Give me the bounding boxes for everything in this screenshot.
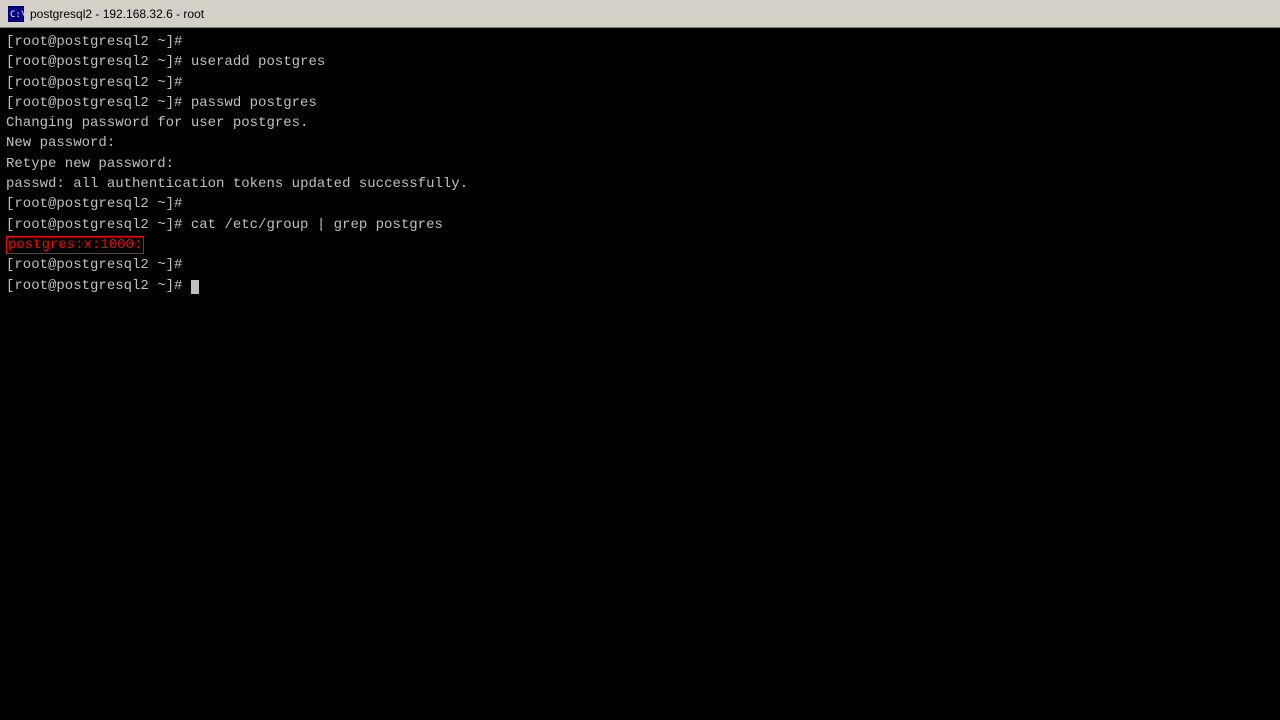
terminal-line-4: [root@postgresql2 ~]# passwd postgres [6, 93, 1274, 113]
terminal-line-11: postgres:x:1000: [6, 235, 1274, 255]
terminal[interactable]: [root@postgresql2 ~]# [root@postgresql2 … [0, 28, 1280, 720]
authentication-word: authentication [107, 176, 225, 192]
title-bar-label: postgresql2 - 192.168.32.6 - root [30, 7, 204, 21]
terminal-line-9: [root@postgresql2 ~]# [6, 194, 1274, 214]
terminal-line-6: New password: [6, 133, 1274, 153]
terminal-line-12: [root@postgresql2 ~]# [6, 255, 1274, 275]
terminal-icon: C:\ [8, 6, 24, 22]
terminal-line-13: [root@postgresql2 ~]# [6, 276, 1274, 296]
highlighted-postgres-group: postgres:x:1000: [6, 236, 144, 254]
terminal-line-1: [root@postgresql2 ~]# [6, 32, 1274, 52]
cursor-block [191, 280, 199, 294]
terminal-line-5: Changing password for user postgres. [6, 113, 1274, 133]
terminal-line-3: [root@postgresql2 ~]# [6, 73, 1274, 93]
terminal-line-8: passwd: all authentication tokens update… [6, 174, 1274, 194]
title-bar: C:\ postgresql2 - 192.168.32.6 - root [0, 0, 1280, 28]
terminal-line-2: [root@postgresql2 ~]# useradd postgres [6, 52, 1274, 72]
terminal-line-7: Retype new password: [6, 154, 1274, 174]
terminal-line-10: [root@postgresql2 ~]# cat /etc/group | g… [6, 215, 1274, 235]
svg-text:C:\: C:\ [10, 10, 24, 20]
